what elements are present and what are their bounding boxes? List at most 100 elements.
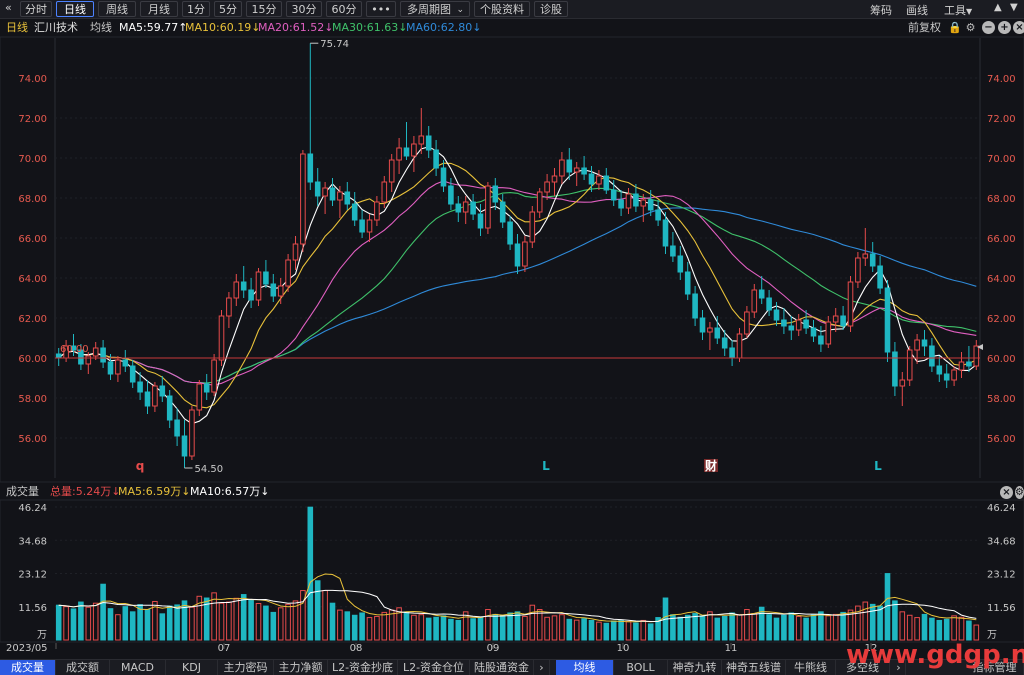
price-tick-right: 56.00 bbox=[987, 434, 1016, 445]
candle bbox=[906, 346, 913, 386]
volume-bar bbox=[107, 608, 114, 641]
candle bbox=[943, 364, 950, 388]
candle-body bbox=[433, 149, 439, 169]
tab-kdj[interactable]: KDJ bbox=[166, 660, 218, 675]
chart-grid bbox=[0, 36, 1024, 643]
candle-body bbox=[226, 297, 232, 317]
candle-body bbox=[573, 167, 580, 173]
volume-bar bbox=[788, 612, 795, 641]
candle-body bbox=[92, 347, 99, 357]
candle bbox=[144, 380, 151, 414]
candle-body bbox=[418, 135, 425, 145]
volume-bar bbox=[440, 615, 447, 641]
candle-body bbox=[470, 201, 476, 215]
candle-body bbox=[448, 185, 454, 205]
volume-bar bbox=[174, 604, 180, 641]
candle-body bbox=[699, 317, 706, 333]
candle-body bbox=[366, 219, 373, 233]
volume-bar bbox=[869, 603, 876, 641]
candle-body bbox=[869, 253, 876, 267]
candle-body bbox=[277, 285, 284, 297]
price-annotations: 75.74 54.50 q L 财 L bbox=[136, 39, 882, 475]
candle-body bbox=[736, 333, 743, 359]
candle bbox=[411, 136, 417, 172]
event-marker: L bbox=[874, 459, 882, 473]
tab-five-lines[interactable]: 神奇五线谱 bbox=[722, 660, 786, 675]
volume-bar bbox=[159, 613, 166, 641]
candle-body bbox=[240, 281, 247, 291]
candle bbox=[869, 242, 876, 272]
candle bbox=[507, 216, 513, 250]
volume-bar bbox=[115, 614, 121, 641]
ma20-line bbox=[58, 180, 977, 386]
candlestick-series bbox=[55, 43, 980, 468]
candle bbox=[233, 274, 240, 306]
price-tick-right: 72.00 bbox=[987, 114, 1016, 125]
tab-l2-position[interactable]: L2-资金仓位 bbox=[398, 660, 470, 675]
volume-bar bbox=[277, 607, 284, 641]
candle bbox=[359, 210, 365, 238]
candle-body bbox=[596, 175, 602, 185]
candle-body bbox=[174, 419, 180, 437]
candle-body bbox=[758, 289, 765, 299]
candle-body bbox=[707, 327, 713, 333]
volume-bar bbox=[285, 603, 291, 641]
candle-body bbox=[529, 211, 536, 243]
candle-body bbox=[810, 327, 817, 337]
candle bbox=[936, 356, 943, 382]
volume-bar bbox=[544, 616, 550, 641]
candle-body bbox=[633, 193, 639, 207]
volume-bar bbox=[351, 614, 358, 641]
tab-td9[interactable]: 神奇九转 bbox=[668, 660, 722, 675]
candle-body bbox=[795, 319, 802, 331]
candle-body bbox=[766, 297, 772, 311]
candle-body bbox=[832, 315, 839, 323]
chevron-right-icon[interactable]: › bbox=[534, 660, 550, 675]
volume-bar bbox=[951, 615, 957, 641]
price-tick-right: 60.00 bbox=[987, 354, 1016, 365]
candle bbox=[440, 160, 447, 192]
candle-body bbox=[166, 395, 173, 421]
price-tick-right: 58.00 bbox=[987, 394, 1016, 405]
candle bbox=[655, 200, 661, 226]
candle bbox=[403, 122, 410, 160]
candle-body bbox=[751, 289, 758, 313]
candle bbox=[100, 340, 106, 368]
price-tick-left: 62.00 bbox=[18, 314, 47, 325]
tab-turnover[interactable]: 成交额 bbox=[56, 660, 110, 675]
candle-body bbox=[233, 281, 240, 299]
tab-ma[interactable]: 均线 bbox=[556, 660, 614, 675]
tab-main-code[interactable]: 主力密码 bbox=[218, 660, 274, 675]
candle-body bbox=[781, 319, 787, 327]
tab-boll[interactable]: BOLL bbox=[614, 660, 668, 675]
volume-bar bbox=[899, 611, 906, 641]
candle bbox=[418, 108, 425, 154]
candle bbox=[344, 182, 351, 210]
tab-l2-bottom-fishing[interactable]: L2-资金抄底 bbox=[328, 660, 398, 675]
candle bbox=[433, 140, 439, 176]
candle-body bbox=[877, 265, 883, 289]
watermark: www.gdgp.net bbox=[846, 640, 1024, 670]
candle-body bbox=[322, 187, 328, 197]
tab-bull-bear[interactable]: 牛熊线 bbox=[786, 660, 836, 675]
volume-bar bbox=[640, 619, 647, 641]
volume-bar bbox=[100, 583, 106, 641]
candle-body bbox=[403, 147, 410, 157]
volume-bar bbox=[832, 613, 839, 641]
volume-bar bbox=[625, 621, 632, 641]
candle bbox=[795, 314, 802, 336]
candle-body bbox=[921, 339, 928, 347]
candle-body bbox=[951, 369, 957, 381]
tab-macd[interactable]: MACD bbox=[110, 660, 166, 675]
volume-bar bbox=[795, 615, 802, 641]
tab-volume[interactable]: 成交量 bbox=[0, 660, 56, 675]
tab-main-net[interactable]: 主力净额 bbox=[274, 660, 328, 675]
candle-body bbox=[300, 153, 306, 245]
candle-body bbox=[218, 315, 225, 361]
volume-bar bbox=[943, 618, 950, 641]
price-tick-right: 66.00 bbox=[987, 234, 1016, 245]
candle-body bbox=[788, 325, 795, 331]
kline-chart[interactable]: 60.00 56.00 58.00 60.00 62.00 64.00 66.00 68.0… bbox=[0, 0, 1024, 659]
volume-tick-left: 23.12 bbox=[18, 570, 47, 581]
tab-northbound[interactable]: 陆股通资金 bbox=[470, 660, 534, 675]
